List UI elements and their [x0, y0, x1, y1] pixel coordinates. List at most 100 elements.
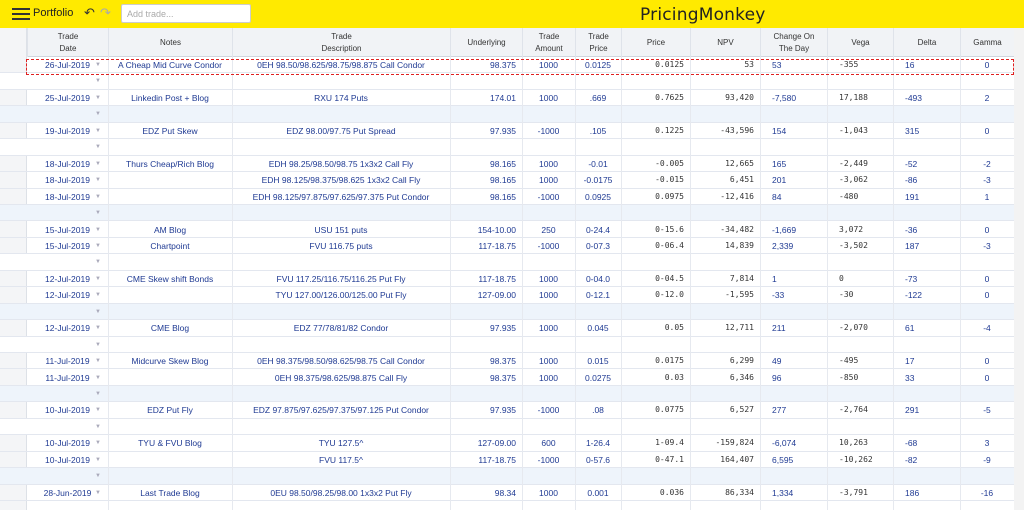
row-dropdown-icon[interactable]: ▼ — [95, 320, 101, 336]
row-dropdown-icon[interactable]: ▼ — [95, 205, 101, 221]
cell-notes[interactable] — [108, 287, 232, 303]
table-row[interactable]: 15-Jul-2019 Chartpoint FVU 116.75 puts 117-… — [0, 238, 1024, 255]
cell-trade-description[interactable]: FVU 117.5^ — [232, 452, 450, 468]
cell-delta: -68 — [905, 438, 918, 449]
cell-notes[interactable]: TYU & FVU Blog — [108, 435, 232, 451]
header-trade-description[interactable]: Trade Description — [232, 28, 450, 57]
cell-trade-description[interactable]: 0EH 98.375/98.625/98.875 Call Fly — [232, 370, 450, 386]
table-row[interactable]: 18-Jul-2019 Thurs Cheap/Rich Blog EDH 98.2… — [0, 156, 1024, 173]
cell-trade-description[interactable]: RXU 174 Puts — [232, 90, 450, 106]
cell-gamma: 3 — [984, 438, 990, 449]
row-dropdown-icon[interactable]: ▼ — [95, 106, 101, 122]
row-dropdown-icon[interactable]: ▼ — [95, 156, 101, 172]
row-dropdown-icon[interactable]: ▼ — [95, 419, 101, 435]
table-row[interactable]: 12-Jul-2019 CME Skew shift Bonds FVU 117.2… — [0, 271, 1024, 288]
cell-notes[interactable] — [108, 172, 232, 188]
header-gamma[interactable]: Gamma — [960, 28, 1014, 57]
cell-trade-description[interactable]: EDZ 77/78/81/82 Condor — [232, 320, 450, 336]
table-row[interactable]: 10-Jul-2019 TYU & FVU Blog TYU 127.5^ 127-0… — [0, 435, 1024, 452]
cell-trade-description[interactable]: 0EH 98.375/98.50/98.625/98.75 Call Condo… — [232, 353, 450, 369]
row-dropdown-icon[interactable]: ▼ — [95, 337, 101, 353]
table-row[interactable]: 12-Jul-2019 TYU 127.00/126.00/125.00 Put … — [0, 287, 1024, 304]
table-row[interactable]: 10-Jul-2019 FVU 117.5^ 117-18.75 -1000 0-57.… — [0, 452, 1024, 469]
cell-notes[interactable]: Midcurve Skew Blog — [108, 353, 232, 369]
cell-notes[interactable]: EDZ Put Fly — [108, 402, 232, 418]
cell-price: 0-06.4 — [655, 240, 684, 250]
cell-notes[interactable]: Linkedin Post + Blog — [108, 90, 232, 106]
cell-npv: 86,334 — [725, 487, 754, 497]
row-dropdown-icon[interactable]: ▼ — [95, 386, 101, 402]
header-delta[interactable]: Delta — [893, 28, 960, 57]
header-npv[interactable]: NPV — [690, 28, 760, 57]
header-underlying[interactable]: Underlying — [450, 28, 522, 57]
row-dropdown-icon[interactable]: ▼ — [95, 222, 101, 238]
header-price[interactable]: Price — [621, 28, 690, 57]
cell-trade-description[interactable]: FVU 116.75 puts — [232, 238, 450, 254]
row-dropdown-icon[interactable]: ▼ — [95, 452, 101, 468]
hamburger-menu-icon[interactable] — [12, 8, 30, 20]
row-dropdown-icon[interactable]: ▼ — [95, 238, 101, 254]
cell-notes[interactable]: Last Trade Blog — [108, 485, 232, 501]
table-row[interactable]: 18-Jul-2019 EDH 98.125/98.375/98.625 1x3x… — [0, 172, 1024, 189]
redo-icon[interactable]: ↷ — [100, 5, 111, 21]
row-dropdown-icon[interactable]: ▼ — [95, 485, 101, 501]
undo-icon[interactable]: ↶ — [84, 5, 95, 21]
cell-notes[interactable]: Thurs Cheap/Rich Blog — [108, 156, 232, 172]
cell-notes[interactable]: CME Blog — [108, 320, 232, 336]
row-dropdown-icon[interactable]: ▼ — [95, 353, 101, 369]
table-row[interactable]: 12-Jul-2019 CME Blog EDZ 77/78/81/82 Condo… — [0, 320, 1024, 337]
cell-trade-description[interactable]: EDZ 97.875/97.625/97.375/97.125 Put Cond… — [232, 402, 450, 418]
cell-trade-description[interactable]: EDH 98.125/97.875/97.625/97.375 Put Cond… — [232, 189, 450, 205]
portfolio-menu[interactable]: Portfolio — [33, 7, 73, 19]
row-dropdown-icon[interactable]: ▼ — [95, 402, 101, 418]
table-row[interactable]: 18-Jul-2019 EDH 98.125/97.875/97.625/97.3… — [0, 189, 1024, 205]
cell-trade-description[interactable]: USU 151 puts — [232, 222, 450, 238]
cell-vega: -3,791 — [839, 487, 868, 497]
table-row[interactable]: 28-Jun-2019 Last Trade Blog 0EU 98.50/98.2… — [0, 485, 1024, 502]
header-vega[interactable]: Vega — [827, 28, 893, 57]
row-dropdown-icon[interactable]: ▼ — [95, 139, 101, 155]
row-dropdown-icon[interactable]: ▼ — [95, 304, 101, 320]
row-dropdown-icon[interactable]: ▼ — [95, 189, 101, 205]
cell-trade-description[interactable]: TYU 127.5^ — [232, 435, 450, 451]
header-trade-date[interactable]: Trade Date — [27, 28, 108, 57]
header-trade-price[interactable]: Trade Price — [575, 28, 621, 57]
table-row[interactable]: 11-Jul-2019 0EH 98.375/98.625/98.875 Call… — [0, 370, 1024, 386]
row-dropdown-icon[interactable]: ▼ — [95, 287, 101, 303]
cell-notes[interactable]: Chartpoint — [108, 238, 232, 254]
header-notes[interactable]: Notes — [108, 28, 232, 57]
spacer-row: ▼ — [0, 139, 1024, 156]
row-dropdown-icon[interactable]: ▼ — [95, 90, 101, 106]
cell-trade-description[interactable]: EDZ 98.00/97.75 Put Spread — [232, 123, 450, 139]
row-dropdown-icon[interactable]: ▼ — [95, 435, 101, 451]
cell-notes[interactable] — [108, 452, 232, 468]
header-change-on-day[interactable]: Change On The Day — [760, 28, 827, 57]
header-trade-amount[interactable]: Trade Amount — [522, 28, 575, 57]
table-row[interactable]: 10-Jul-2019 EDZ Put Fly EDZ 97.875/97.625/… — [0, 402, 1024, 419]
table-row[interactable]: 11-Jul-2019 Midcurve Skew Blog 0EH 98.375/… — [0, 353, 1024, 370]
column-divider — [960, 57, 961, 510]
table-row[interactable]: 25-Jul-2019 Linkedin Post + Blog RXU 174 P… — [0, 90, 1024, 107]
row-dropdown-icon[interactable]: ▼ — [95, 468, 101, 484]
row-dropdown-icon[interactable]: ▼ — [95, 123, 101, 139]
table-row[interactable]: 15-Jul-2019 AM Blog USU 151 puts 154-10.00 2… — [0, 222, 1024, 238]
cell-trade-description[interactable]: FVU 117.25/116.75/116.25 Put Fly — [232, 271, 450, 287]
row-dropdown-icon[interactable]: ▼ — [95, 73, 101, 89]
row-dropdown-icon[interactable]: ▼ — [95, 254, 101, 270]
cell-trade-description[interactable]: EDH 98.125/98.375/98.625 1x3x2 Call Fly — [232, 172, 450, 188]
top-toolbar: Portfolio ↶ ↷ PricingMonkey — [0, 0, 1024, 28]
cell-notes[interactable] — [108, 189, 232, 205]
cell-notes[interactable]: AM Blog — [108, 222, 232, 238]
cell-notes[interactable] — [108, 370, 232, 386]
cell-trade-description[interactable]: TYU 127.00/126.00/125.00 Put Fly — [232, 287, 450, 303]
row-dropdown-icon[interactable]: ▼ — [95, 172, 101, 188]
row-dropdown-icon[interactable]: ▼ — [95, 271, 101, 287]
cell-trade-description[interactable]: 0EU 98.50/98.25/98.00 1x3x2 Put Fly — [232, 485, 450, 501]
cell-notes[interactable]: CME Skew shift Bonds — [108, 271, 232, 287]
add-trade-input[interactable] — [121, 4, 251, 23]
table-row[interactable]: 19-Jul-2019 EDZ Put Skew EDZ 98.00/97.75 P… — [0, 123, 1024, 140]
cell-trade-description[interactable]: EDH 98.25/98.50/98.75 1x3x2 Call Fly — [232, 156, 450, 172]
row-dropdown-icon[interactable]: ▼ — [95, 370, 101, 386]
vertical-scrollbar[interactable] — [1014, 28, 1024, 510]
cell-notes[interactable]: EDZ Put Skew — [108, 123, 232, 139]
